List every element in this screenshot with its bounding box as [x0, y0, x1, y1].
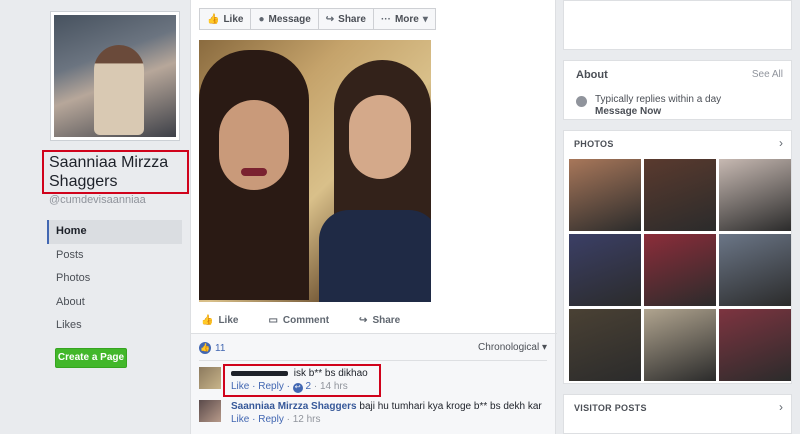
more-button[interactable]: ··· More ▾ — [372, 8, 436, 30]
messenger-icon: ● — [258, 13, 265, 25]
post-share-button[interactable]: ↪ Share — [359, 315, 400, 326]
photo-thumbnail[interactable] — [644, 159, 716, 231]
post-photo[interactable] — [199, 40, 431, 302]
comment: Saanniaa Mirzza Shaggers baji hu tumhari… — [199, 400, 542, 426]
page-action-bar: 👍 Like ● Message ↪ Share ··· More ▾ — [199, 8, 436, 30]
photo-thumbnail[interactable] — [569, 309, 641, 381]
post-actions: 👍 Like ▭ Comment ↪ Share — [201, 315, 400, 326]
about-card: About See All Typically replies within a… — [563, 60, 792, 120]
like-page-button[interactable]: 👍 Like — [199, 8, 252, 30]
reactions-summary[interactable]: 👍 11 — [199, 342, 225, 354]
comment-text: baji hu tumhari kya kroge b** bs dekh ka… — [359, 401, 542, 412]
post-comment-label: Comment — [282, 315, 330, 326]
comment-time[interactable]: 12 hrs — [293, 414, 321, 425]
more-label: More — [394, 13, 419, 25]
comment-author[interactable]: Saanniaa Mirzza Shaggers — [231, 401, 357, 412]
photo-thumbnail[interactable] — [569, 159, 641, 231]
thumbs-up-icon: 👍 — [201, 315, 214, 326]
nav-item-posts[interactable]: Posts — [47, 244, 182, 268]
post-share-label: Share — [372, 315, 401, 326]
photos-card: PHOTOS › — [563, 130, 792, 384]
page-title[interactable]: Saanniaa Mirzza Shaggers — [42, 150, 189, 194]
share-page-button[interactable]: ↪ Share — [317, 8, 374, 30]
caret-down-icon: ▾ — [541, 342, 547, 353]
profile-picture[interactable] — [50, 11, 180, 141]
commenter-avatar[interactable] — [199, 367, 221, 389]
left-nav: Home Posts Photos About Likes — [47, 220, 182, 338]
post-comment-button[interactable]: ▭ Comment — [268, 315, 329, 326]
like-page-label: Like — [223, 13, 244, 25]
messenger-icon — [576, 96, 587, 107]
response-time: Typically replies within a day — [595, 94, 722, 105]
post-like-label: Like — [218, 315, 239, 326]
message-button[interactable]: ● Message — [250, 8, 319, 30]
commenter-avatar[interactable] — [199, 400, 221, 422]
nav-item-home[interactable]: Home — [47, 220, 182, 244]
photos-title[interactable]: PHOTOS — [574, 139, 614, 149]
comment-like-link[interactable]: Like — [231, 414, 249, 425]
message-now-link[interactable]: Message Now — [595, 106, 721, 118]
visitor-posts-card: VISITOR POSTS › — [563, 394, 792, 434]
nav-item-likes[interactable]: Likes — [47, 314, 182, 338]
visitor-posts-title[interactable]: VISITOR POSTS — [574, 403, 647, 413]
photo-thumbnail[interactable] — [644, 309, 716, 381]
photo-thumbnail[interactable] — [569, 234, 641, 306]
see-all-link[interactable]: See All — [752, 69, 783, 80]
chevron-right-icon[interactable]: › — [779, 400, 783, 414]
nav-item-photos[interactable]: Photos — [47, 267, 182, 291]
photo-thumbnail[interactable] — [719, 234, 791, 306]
ellipsis-icon: ··· — [380, 13, 391, 25]
top-card — [563, 0, 792, 50]
photo-grid — [569, 159, 791, 381]
photo-thumbnail[interactable] — [719, 309, 791, 381]
share-icon: ↪ — [325, 13, 335, 25]
caret-down-icon: ▾ — [422, 13, 428, 25]
comment-reply-link[interactable]: Reply — [258, 414, 284, 425]
highlight-box — [223, 364, 381, 397]
right-column: About See All Typically replies within a… — [563, 0, 792, 434]
divider — [199, 360, 547, 361]
reactions-count: 11 — [215, 342, 226, 354]
sort-label: Chronological — [478, 342, 540, 353]
post-like-button[interactable]: 👍 Like — [201, 315, 238, 326]
thumbs-up-icon: 👍 — [207, 13, 220, 25]
nav-item-about[interactable]: About — [47, 291, 182, 315]
comment-icon: ▭ — [268, 315, 278, 326]
share-icon: ↪ — [359, 315, 368, 326]
photo-thumbnail[interactable] — [644, 234, 716, 306]
create-page-button[interactable]: Create a Page — [55, 348, 127, 368]
share-page-label: Share — [338, 13, 366, 25]
page-handle[interactable]: @cumdevisaanniaa — [49, 194, 146, 206]
comment-sort-dropdown[interactable]: Chronological ▾ — [478, 342, 547, 353]
like-reaction-icon: 👍 — [199, 342, 211, 354]
about-title[interactable]: About — [576, 69, 608, 81]
left-column: Saanniaa Mirzza Shaggers @cumdevisaannia… — [0, 0, 190, 434]
photo-thumbnail[interactable] — [719, 159, 791, 231]
message-label: Message — [268, 13, 311, 25]
chevron-right-icon[interactable]: › — [779, 136, 783, 150]
